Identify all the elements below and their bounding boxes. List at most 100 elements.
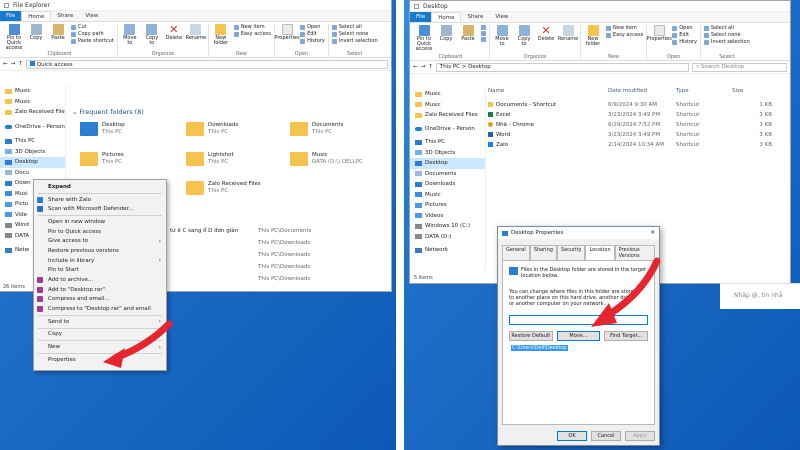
- recent-file-title[interactable]: tử ế C sang ổ D đơn giản: [170, 228, 238, 234]
- column-size[interactable]: Size: [732, 88, 772, 97]
- tab-share[interactable]: Share: [461, 12, 489, 22]
- easy-access-button[interactable]: Easy access: [606, 32, 643, 38]
- new-item-button[interactable]: New item: [233, 24, 271, 30]
- nav-item-data[interactable]: DATA (D:): [410, 232, 485, 243]
- folder-tile-desktop[interactable]: Desktop This PC: [80, 122, 125, 136]
- folder-tile-downloads[interactable]: Downloads This PC: [186, 122, 238, 136]
- nav-item-network[interactable]: Network: [410, 245, 485, 256]
- tab-share[interactable]: Share: [51, 11, 79, 21]
- tab-sharing[interactable]: Sharing: [529, 245, 557, 260]
- nav-item-3d-objects[interactable]: 3D Objects: [410, 148, 485, 159]
- copy-button[interactable]: Copy: [27, 24, 45, 41]
- back-icon[interactable]: ←: [3, 61, 8, 67]
- menu-item-add-archive[interactable]: Add to archive...: [34, 275, 166, 285]
- folder-tile-music[interactable]: Music DATA (D:\) DELLPC: [290, 152, 363, 166]
- nav-item-music[interactable]: Music: [0, 86, 65, 97]
- paste-shortcut-button[interactable]: Paste shortcut: [71, 38, 114, 44]
- select-none-button[interactable]: Select none: [331, 31, 378, 37]
- nav-item-desktop[interactable]: Desktop: [410, 158, 485, 169]
- tab-view[interactable]: View: [489, 12, 514, 22]
- nav-item-zalo[interactable]: Zalo Received File: [0, 107, 65, 118]
- properties-button[interactable]: Properties: [647, 25, 672, 42]
- menu-item-add-desktop-rar[interactable]: Add to "Desktop.rar": [34, 285, 166, 295]
- nav-item-music-2[interactable]: Music: [410, 100, 485, 111]
- history-button[interactable]: History: [300, 38, 325, 44]
- paste-button[interactable]: Paste: [459, 25, 477, 42]
- menu-item-new[interactable]: New ›: [34, 342, 166, 352]
- file-row[interactable]: Excel 3/23/2024 3:49 PM Shortcut 3 KB: [488, 110, 778, 119]
- column-name[interactable]: Name: [488, 88, 608, 97]
- nav-item-documents[interactable]: Docu: [0, 168, 65, 179]
- nav-item-videos[interactable]: Videos: [410, 211, 485, 222]
- tab-view[interactable]: View: [79, 11, 104, 21]
- paste-shortcut-button[interactable]: [481, 37, 486, 42]
- nav-item-3d-objects[interactable]: 3D Objects: [0, 147, 65, 158]
- menu-item-properties[interactable]: Properties: [34, 355, 166, 365]
- forward-icon[interactable]: →: [11, 61, 16, 67]
- open-button[interactable]: Open: [300, 24, 325, 30]
- file-row[interactable]: Nhã - Chrome 6/29/2024 7:52 PM Shortcut …: [488, 120, 778, 129]
- apply-button[interactable]: Apply: [625, 431, 655, 441]
- edit-button[interactable]: Edit: [672, 32, 697, 38]
- folder-tile-pictures[interactable]: Pictures This PC: [80, 152, 124, 166]
- quick-access-toolbar-icon[interactable]: [4, 2, 9, 8]
- up-icon[interactable]: ↑: [428, 64, 433, 70]
- close-icon[interactable]: ✕: [650, 230, 655, 236]
- nav-item-windows[interactable]: Windows 10 (C:): [410, 221, 485, 232]
- folder-tile-lightshot[interactable]: Lightshot This PC: [186, 152, 234, 166]
- tab-file[interactable]: File: [0, 11, 22, 21]
- search-input[interactable]: ⌕ Search Desktop: [692, 62, 787, 72]
- nav-item-documents[interactable]: Documents: [410, 169, 485, 180]
- select-none-button[interactable]: Select none: [704, 32, 750, 38]
- properties-button[interactable]: Properties: [274, 24, 300, 41]
- menu-item-compress-email[interactable]: Compress and email...: [34, 295, 166, 305]
- rename-button[interactable]: Rename: [558, 25, 578, 42]
- new-item-button[interactable]: New item: [606, 25, 643, 31]
- menu-item-expand[interactable]: Expand: [34, 182, 166, 192]
- menu-item-open-new-window[interactable]: Open in new window: [34, 217, 166, 227]
- column-date[interactable]: Date modified: [608, 88, 676, 97]
- find-target-button[interactable]: Find Target...: [604, 331, 649, 341]
- file-row[interactable]: Documents - Shortcut 6/9/2024 9:30 AM Sh…: [488, 100, 778, 109]
- new-folder-button[interactable]: New folder: [584, 25, 602, 47]
- folder-tile-zalo[interactable]: Zalo Received Files This PC: [186, 181, 261, 195]
- copy-to-button[interactable]: Copy to: [143, 24, 161, 46]
- tab-previous-versions[interactable]: Previous Versions: [614, 245, 655, 260]
- select-all-button[interactable]: Select all: [331, 24, 378, 30]
- copy-path-button[interactable]: Copy path: [71, 31, 114, 37]
- quick-access-toolbar-icon[interactable]: [414, 3, 419, 9]
- rename-button[interactable]: Rename: [186, 24, 206, 41]
- menu-item-scan-defender[interactable]: Scan with Microsoft Defender...: [34, 204, 166, 214]
- nav-item-onedrive[interactable]: OneDrive - Person: [0, 122, 65, 133]
- menu-item-include-library[interactable]: Include in library ›: [34, 256, 166, 266]
- restore-default-button[interactable]: Restore Default: [509, 331, 553, 341]
- easy-access-button[interactable]: Easy access: [233, 31, 271, 37]
- address-input[interactable]: This PC > Desktop: [435, 62, 689, 72]
- nav-item-desktop[interactable]: Desktop: [0, 157, 65, 168]
- tab-security[interactable]: Security: [556, 245, 586, 260]
- select-all-button[interactable]: Select all: [704, 25, 750, 31]
- tab-file[interactable]: File: [410, 12, 432, 22]
- move-button[interactable]: Move...: [556, 331, 601, 341]
- file-row[interactable]: Word 3/23/2024 3:49 PM Shortcut 3 KB: [488, 130, 778, 139]
- menu-item-copy[interactable]: Copy: [34, 330, 166, 340]
- tab-home[interactable]: Home: [431, 12, 462, 22]
- nav-item-this-pc[interactable]: This PC: [410, 137, 485, 148]
- pin-button[interactable]: Pin to Quick access: [5, 24, 23, 51]
- edit-button[interactable]: Edit: [300, 31, 325, 37]
- folder-tile-documents[interactable]: Documents This PC: [290, 122, 343, 136]
- delete-button[interactable]: ✕ Delete: [165, 24, 183, 41]
- file-row[interactable]: Zalo 2/14/2024 10:34 AM Shortcut 3 KB: [488, 140, 778, 149]
- menu-item-pin-quick-access[interactable]: Pin to Quick access: [34, 227, 166, 237]
- nav-item-this-pc[interactable]: This PC: [0, 136, 65, 147]
- menu-item-compress-rar-email[interactable]: Compress to "Desktop.rar" and email: [34, 304, 166, 314]
- open-button[interactable]: Open: [672, 25, 697, 31]
- forward-icon[interactable]: →: [421, 64, 426, 70]
- location-path-input[interactable]: [509, 315, 648, 325]
- cut-button[interactable]: Cut: [71, 24, 114, 30]
- new-folder-button[interactable]: New folder: [212, 24, 230, 46]
- copy-to-button[interactable]: Copy to: [515, 25, 533, 47]
- history-button[interactable]: History: [672, 39, 697, 45]
- menu-item-restore-versions[interactable]: Restore previous versions: [34, 246, 166, 256]
- paste-button[interactable]: Paste: [49, 24, 67, 41]
